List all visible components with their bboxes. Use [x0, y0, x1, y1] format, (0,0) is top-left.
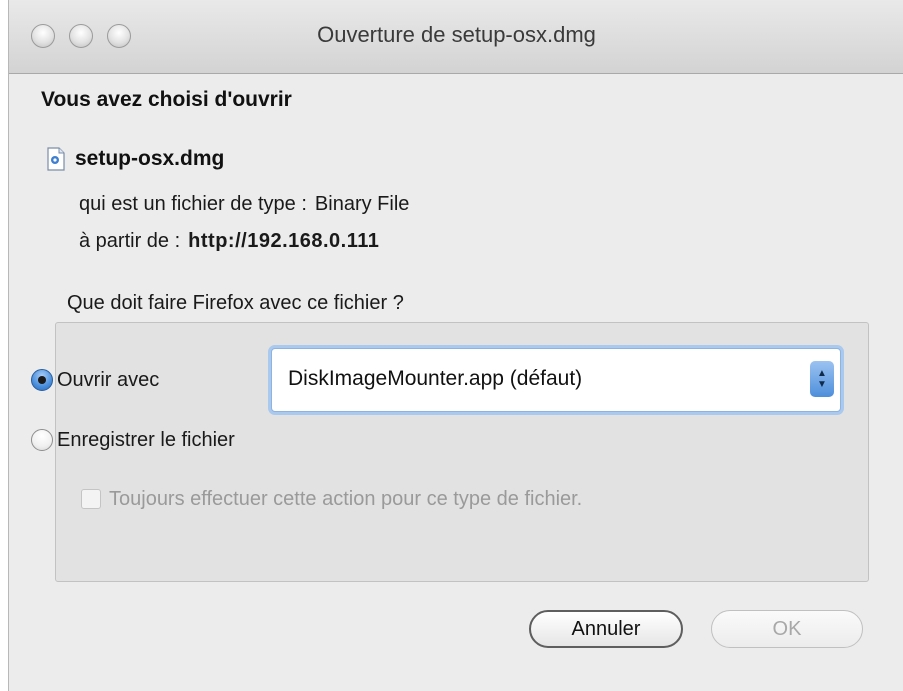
file-type-row: qui est un fichier de type : Binary File: [79, 193, 409, 216]
open-with-label[interactable]: Ouvrir avec: [57, 369, 159, 392]
select-arrows-icon[interactable]: ▲ ▼: [810, 361, 834, 397]
download-dialog-window: Ouverture de setup-osx.dmg Vous avez cho…: [8, 0, 903, 691]
dialog-heading: Vous avez choisi d'ouvrir: [41, 88, 292, 111]
save-file-option[interactable]: Enregistrer le fichier: [31, 420, 235, 460]
document-icon: [47, 147, 65, 171]
cancel-button[interactable]: Annuler: [529, 610, 683, 648]
file-type-label: qui est un fichier de type :: [79, 193, 307, 215]
window-title: Ouverture de setup-osx.dmg: [317, 22, 596, 47]
chevron-down-icon: ▼: [817, 379, 827, 390]
always-do-label: Toujours effectuer cette action pour ce …: [109, 487, 583, 510]
always-do-checkbox: [81, 489, 101, 509]
chevron-up-icon: ▲: [817, 368, 827, 379]
file-source-label: à partir de :: [79, 230, 181, 252]
file-info-row: setup-osx.dmg: [47, 144, 224, 174]
file-type-value: Binary File: [314, 193, 410, 215]
action-question: Que doit faire Firefox avec ce fichier ?: [67, 292, 404, 314]
file-name: setup-osx.dmg: [75, 147, 225, 170]
open-with-option[interactable]: Ouvrir avec: [31, 360, 159, 400]
open-with-radio[interactable]: [31, 369, 53, 391]
save-file-label[interactable]: Enregistrer le fichier: [57, 429, 235, 452]
title-bar[interactable]: Ouverture de setup-osx.dmg: [9, 0, 903, 74]
ok-button[interactable]: OK: [711, 610, 863, 648]
application-select[interactable]: DiskImageMounter.app (défaut) ▲ ▼: [271, 348, 841, 412]
save-file-radio[interactable]: [31, 429, 53, 451]
always-do-option: Toujours effectuer cette action pour ce …: [81, 484, 582, 514]
file-source-value: http://192.168.0.111: [188, 230, 380, 252]
file-source-row: à partir de : http://192.168.0.111: [79, 230, 379, 253]
application-select-value: DiskImageMounter.app (défaut): [288, 367, 583, 390]
